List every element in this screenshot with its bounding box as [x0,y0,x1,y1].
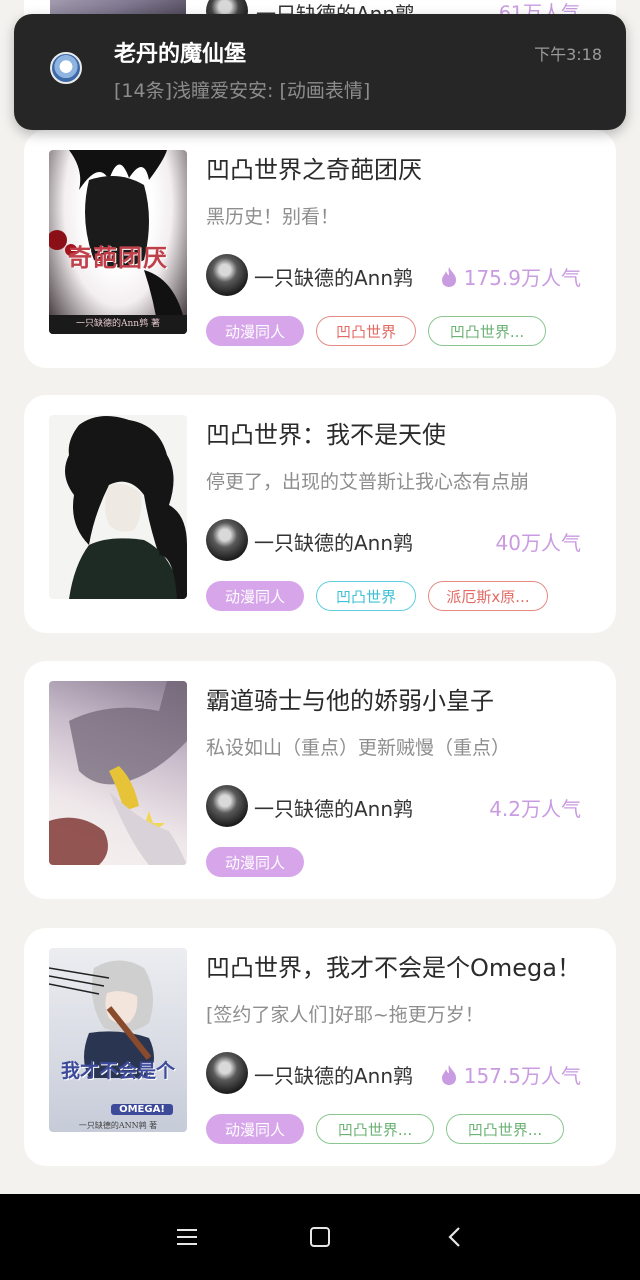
book-description: 黑历史！别看！ [206,206,340,228]
author-avatar [206,254,248,296]
home-square-icon [310,1227,330,1247]
cover-badge: OMEGA! [111,1104,173,1115]
author-name: 一只缺德的Ann鹑 [254,1064,414,1088]
menu-icon [177,1229,197,1245]
tag-chip[interactable]: 动漫同人 [206,847,304,877]
author-name: 一只缺德的Ann鹑 [254,531,414,555]
cover-author: 一只缺德的ANN鹑 著 [78,1121,158,1130]
back-chevron-icon [448,1227,460,1247]
popularity-count: 157.5万人气 [463,1064,581,1088]
tag-list: 动漫同人 凹凸世界 派厄斯x原... [206,581,548,611]
author-avatar [206,519,248,561]
book-description: 私设如山（重点）更新贼慢（重点） [206,737,511,759]
cover-author: 一只缺德的Ann鹑 著 [76,319,160,329]
book-title: 凹凸世界：我不是天使 [206,421,446,449]
home-button[interactable] [303,1220,337,1254]
author-name: 一只缺德的Ann鹑 [254,797,414,821]
author-name: 一只缺德的Ann鹑 [254,266,414,290]
menu-button[interactable] [170,1220,204,1254]
notification-message: [14条]浅瞳爱安安: [动画表情] [114,80,371,102]
book-cover: 奇葩团厌 一只缺德的Ann鹑 著 [49,150,187,334]
tag-chip[interactable]: 凹凸世界 [316,316,416,346]
system-navigation-bar [0,1194,640,1280]
tag-chip[interactable]: 动漫同人 [206,1114,304,1144]
popularity-count: 4.2万人气 [489,797,581,821]
tag-chip[interactable]: 凹凸世界... [446,1114,564,1144]
book-card[interactable]: 奇葩团厌 一只缺德的Ann鹑 著 凹凸世界之奇葩团厌 黑历史！别看！ 一只缺德的… [24,130,616,368]
book-card[interactable]: 凹凸世界：我不是天使 停更了，出现的艾普斯让我心态有点崩 一只缺德的Ann鹑 4… [24,395,616,633]
book-description: 停更了，出现的艾普斯让我心态有点崩 [206,471,530,493]
notification-title: 老丹的魔仙堡 [114,42,247,67]
book-description: [签约了家人们]好耶~拖更万岁！ [206,1004,484,1026]
tag-chip[interactable]: 动漫同人 [206,581,304,611]
app-castle-icon [50,52,82,84]
popularity-count: 40万人气 [495,531,581,555]
book-title: 凹凸世界之奇葩团厌 [206,156,422,184]
author-avatar [206,785,248,827]
back-button[interactable] [438,1220,472,1254]
book-cover: 我才不会是个 OMEGA! 一只缺德的ANN鹑 著 [49,948,187,1132]
popularity-count: 175.9万人气 [463,266,581,290]
book-card[interactable]: 霸道骑士与他的娇弱小皇子 私设如山（重点）更新贼慢（重点） 一只缺德的Ann鹑 … [24,661,616,899]
popularity: 175.9万人气 [440,262,581,291]
tag-chip[interactable]: 动漫同人 [206,316,304,346]
book-card[interactable]: 我才不会是个 OMEGA! 一只缺德的ANN鹑 著 凹凸世界，我才不会是个Ome… [24,928,616,1166]
tag-chip[interactable]: 凹凸世界 [316,581,416,611]
popularity: 157.5万人气 [440,1060,581,1089]
tag-list: 动漫同人 [206,847,304,877]
cover-title: 我才不会是个 [60,1060,175,1082]
tag-chip[interactable]: 凹凸世界... [428,316,546,346]
author-avatar [206,1052,248,1094]
book-title: 霸道骑士与他的娇弱小皇子 [206,687,494,715]
cover-title: 奇葩团厌 [68,243,168,272]
book-title: 凹凸世界，我才不会是个Omega！ [206,954,581,982]
notification-banner[interactable]: 老丹的魔仙堡 下午3:18 [14条]浅瞳爱安安: [动画表情] [14,14,626,130]
book-cover [49,415,187,599]
book-cover [49,681,187,865]
popularity: 40万人气 [496,527,581,556]
notification-time: 下午3:18 [534,45,602,64]
flame-icon [441,266,456,287]
tag-chip[interactable]: 凹凸世界... [316,1114,434,1144]
flame-icon [441,1064,456,1085]
tag-list: 动漫同人 凹凸世界... 凹凸世界... [206,1114,564,1144]
tag-chip[interactable]: 派厄斯x原... [428,581,548,611]
popularity: 4.2万人气 [489,793,581,822]
tag-list: 动漫同人 凹凸世界 凹凸世界... [206,316,546,346]
